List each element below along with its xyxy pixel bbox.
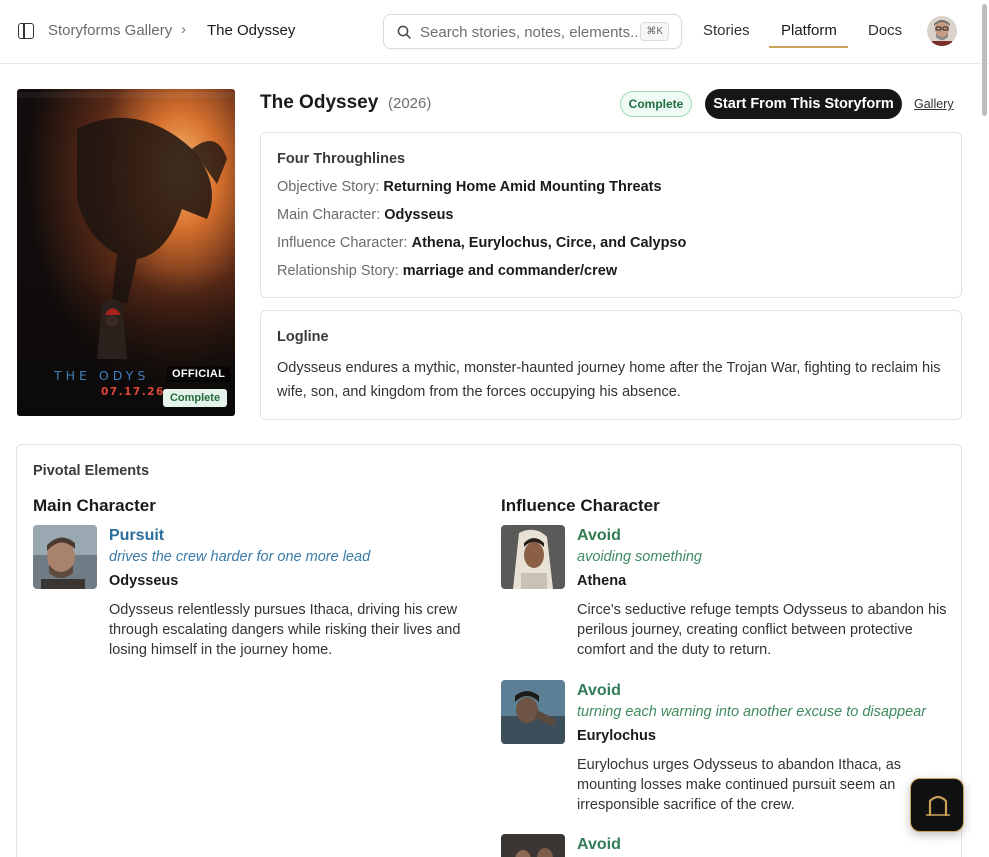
- pivotal-elements-card: Pivotal Elements Main Character Pursuit …: [16, 444, 962, 857]
- story-year: (2026): [388, 95, 432, 112]
- influence-character-2-description: Eurylochus urges Odysseus to abandon Ith…: [577, 757, 902, 813]
- main-character-heading: Main Character: [33, 496, 156, 515]
- main-character-description: Odysseus relentlessly pursues Ithaca, dr…: [109, 602, 461, 658]
- athena-thumbnail: [501, 525, 565, 589]
- user-avatar[interactable]: [927, 16, 957, 46]
- assistant-launcher-button[interactable]: [910, 778, 964, 832]
- breadcrumb-separator-icon: ›: [181, 21, 186, 38]
- poster-image: THE ODYS 07.17.26 OFFICIAL Complete: [17, 89, 235, 416]
- poster-date-text: 07.17.26: [101, 386, 165, 398]
- throughline-relationship-story: Relationship Story: marriage and command…: [277, 263, 617, 279]
- page-scrollbar[interactable]: [982, 4, 987, 116]
- search-shortcut-badge: ⌘K: [640, 22, 669, 41]
- breadcrumb-current: The Odyssey: [207, 22, 296, 39]
- influence-element-1-subtitle: avoiding something: [577, 549, 702, 565]
- logline-heading: Logline: [277, 329, 329, 345]
- throughline-label: Relationship Story:: [277, 263, 399, 279]
- influence-element-2[interactable]: Avoid: [577, 682, 621, 700]
- logline-text: Odysseus endures a mythic, monster-haunt…: [277, 360, 941, 400]
- influence-element-1[interactable]: Avoid: [577, 527, 621, 545]
- page-title: The Odyssey: [260, 92, 379, 113]
- search-icon: [397, 25, 411, 39]
- throughline-value: Odysseus: [384, 207, 454, 223]
- athena-portrait: [501, 525, 565, 589]
- influence-character-3-portrait: [501, 834, 565, 857]
- eurylochus-thumbnail: [501, 680, 565, 744]
- throughline-influence-character: Influence Character: Athena, Eurylochus,…: [277, 235, 686, 251]
- sidebar-toggle-icon[interactable]: [18, 23, 34, 39]
- poster-status-badge: Complete: [163, 389, 227, 407]
- poster-title-text: THE ODYS: [54, 368, 150, 383]
- gallery-link[interactable]: Gallery: [914, 97, 954, 111]
- start-from-storyform-button[interactable]: Start From This Storyform: [705, 89, 902, 119]
- user-avatar-image: [927, 16, 957, 46]
- main-character-name: Odysseus: [109, 573, 179, 589]
- throughlines-card: Four Throughlines Objective Story: Retur…: [260, 132, 962, 298]
- poster-official-label: OFFICIAL: [167, 366, 231, 382]
- pivotal-elements-heading: Pivotal Elements: [33, 463, 150, 479]
- eurylochus-portrait: [501, 680, 565, 744]
- throughlines-heading: Four Throughlines: [277, 151, 406, 167]
- main-character-element-subtitle: drives the crew harder for one more lead: [109, 549, 371, 565]
- throughline-objective-story: Objective Story: Returning Home Amid Mou…: [277, 179, 662, 195]
- influence-character-1-name: Athena: [577, 573, 627, 589]
- top-bar: Storyforms Gallery › The Odyssey ⌘K Stor…: [0, 0, 989, 64]
- influence-character-2-name: Eurylochus: [577, 728, 656, 744]
- throughline-label: Objective Story:: [277, 179, 380, 195]
- throughline-label: Influence Character:: [277, 235, 408, 251]
- nav-active-indicator: [769, 46, 848, 48]
- main-character-element[interactable]: Pursuit: [109, 527, 164, 545]
- influence-element-3[interactable]: Avoid: [577, 836, 621, 854]
- throughline-value: Athena, Eurylochus, Circe, and Calypso: [411, 235, 687, 251]
- throughline-value: Returning Home Amid Mounting Threats: [383, 179, 662, 195]
- odysseus-portrait: [33, 525, 97, 589]
- throughline-value: marriage and commander/crew: [402, 263, 618, 279]
- status-badge: Complete: [620, 91, 692, 117]
- logline-card: Logline Odysseus endures a mythic, monst…: [260, 310, 962, 420]
- search-input[interactable]: [420, 22, 644, 42]
- influence-character-3-thumbnail: [501, 834, 565, 857]
- influence-character-1-description: Circe's seductive refuge tempts Odysseus…: [577, 602, 947, 658]
- influence-element-2-subtitle: turning each warning into another excuse…: [577, 704, 927, 720]
- nav-stories[interactable]: Stories: [703, 22, 750, 39]
- influence-character-heading: Influence Character: [501, 496, 660, 515]
- search-box[interactable]: ⌘K: [383, 14, 682, 49]
- nav-docs[interactable]: Docs: [868, 22, 902, 39]
- breadcrumb-parent-link[interactable]: Storyforms Gallery: [48, 22, 172, 39]
- assistant-logo-icon: [926, 795, 950, 817]
- throughline-main-character: Main Character: Odysseus: [277, 207, 454, 223]
- throughline-label: Main Character:: [277, 207, 381, 223]
- nav-platform[interactable]: Platform: [781, 22, 837, 39]
- odysseus-thumbnail: [33, 525, 97, 589]
